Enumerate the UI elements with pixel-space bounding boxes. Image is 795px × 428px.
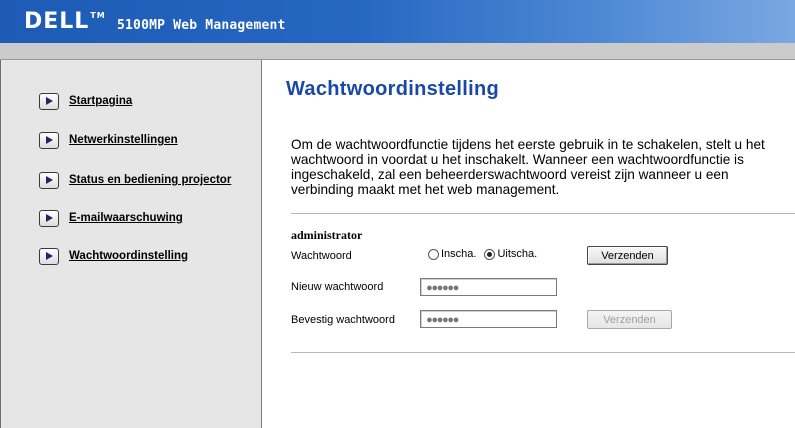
intro-text: Om de wachtwoordfunctie tijdens het eers… [291, 137, 765, 197]
new-password-field[interactable]: ●●●●●● [420, 278, 557, 296]
submit-password-button[interactable]: Verzenden [587, 310, 672, 329]
sidebar-item-wachtwoordinstelling[interactable]: Wachtwoordinstelling [39, 246, 188, 266]
logo-trademark: TM [90, 11, 106, 20]
radio-disable[interactable] [484, 248, 496, 260]
arrow-right-icon [39, 92, 59, 110]
logo-text: DELL [24, 9, 90, 34]
app-title: 5100MP Web Management [117, 18, 286, 33]
sidebar-item-netwerkinstellingen[interactable]: Netwerkinstellingen [39, 130, 178, 150]
arrow-right-icon [39, 171, 59, 189]
sidebar-item-label[interactable]: E-mailwaarschuwing [69, 212, 183, 224]
sidebar-item-label[interactable]: Startpagina [69, 95, 132, 107]
password-toggle-group: Inscha. Uitscha. [428, 248, 545, 260]
sidebar-item-label[interactable]: Status en bediening projector [69, 174, 231, 186]
password-label: Wachtwoord [291, 250, 352, 262]
section-divider-bottom [291, 352, 795, 353]
arrow-right-icon [39, 247, 59, 265]
header-divider-bar [0, 43, 795, 60]
arrow-right-icon [39, 209, 59, 227]
page-title: Wachtwoordinstelling [286, 78, 500, 100]
sidebar-nav: Startpagina Netwerkinstellingen Status e… [0, 60, 262, 428]
app-header: DELLTM 5100MP Web Management [0, 0, 795, 43]
radio-enable-label[interactable]: Inscha. [441, 248, 476, 260]
sidebar-item-label[interactable]: Wachtwoordinstelling [69, 250, 188, 262]
sidebar-item-emailwaarschuwing[interactable]: E-mailwaarschuwing [39, 208, 183, 228]
radio-option-enable[interactable]: Inscha. [428, 248, 476, 260]
arrow-right-icon [39, 131, 59, 149]
confirm-password-label: Bevestig wachtwoord [291, 314, 395, 326]
submit-toggle-button[interactable]: Verzenden [587, 246, 668, 265]
section-title-administrator: administrator [291, 228, 363, 242]
radio-enable[interactable] [428, 248, 439, 260]
new-password-label: Nieuw wachtwoord [291, 281, 384, 293]
dell-logo: DELLTM [24, 9, 106, 34]
radio-disable-label[interactable]: Uitscha. [497, 248, 537, 260]
section-divider-top [291, 213, 795, 214]
sidebar-item-status-projector[interactable]: Status en bediening projector [39, 170, 231, 190]
confirm-password-field[interactable]: ●●●●●● [420, 310, 557, 328]
sidebar-item-startpagina[interactable]: Startpagina [39, 91, 132, 111]
radio-option-disable[interactable]: Uitscha. [484, 248, 537, 260]
radio-selected-dot [487, 251, 493, 257]
sidebar-item-label[interactable]: Netwerkinstellingen [69, 134, 178, 146]
